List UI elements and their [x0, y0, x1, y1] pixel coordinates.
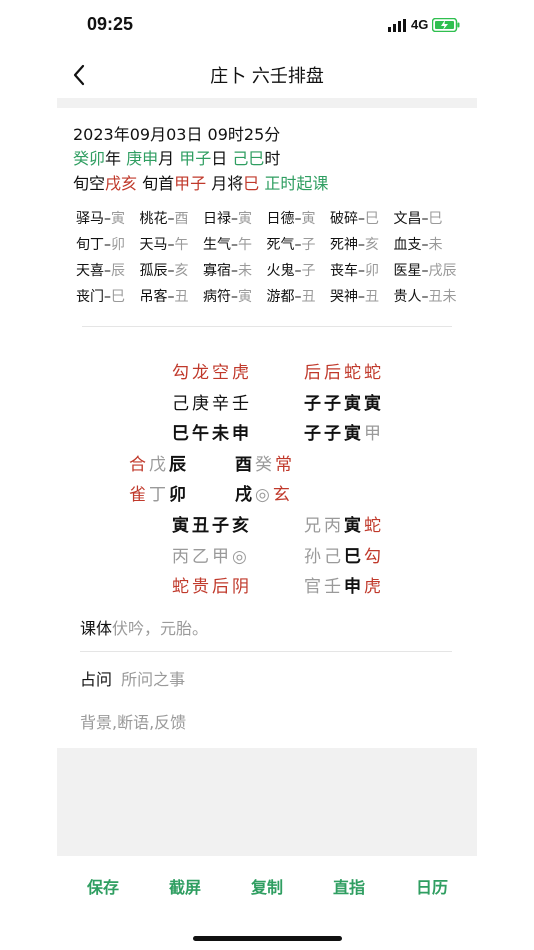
shensha-item: 死气–子 — [266, 237, 316, 253]
shensha-item: 哭神–丑 — [330, 289, 379, 305]
tianpan-right-bottom: 戌◎玄 — [235, 485, 293, 505]
chuan-row: 官壬申虎 — [304, 577, 384, 597]
shensha-item: 天喜–辰 — [76, 263, 125, 279]
battery-charging-icon — [432, 18, 460, 32]
shensha-item: 医星–戌辰 — [393, 263, 457, 279]
sike-jiang: 勾龙空虎 — [172, 363, 252, 383]
month-unit: 月 — [158, 149, 175, 168]
tianpan-right-top: 酉癸常 — [235, 455, 295, 475]
shensha-item: 日德–寅 — [266, 211, 316, 227]
day-ganzhi: 甲子 — [179, 149, 212, 168]
xunkong-value: 戌亥 — [105, 174, 138, 193]
save-button[interactable]: 保存 — [87, 874, 119, 898]
sanchuan-top: 子子寅寅 — [304, 394, 384, 414]
screenshot-button[interactable]: 截屏 — [169, 874, 201, 898]
notes-area-background[interactable] — [57, 748, 477, 856]
calendar-button[interactable]: 日历 — [416, 874, 448, 898]
notes-input[interactable]: 背景,断语,反馈 — [80, 709, 186, 733]
day-unit: 日 — [211, 149, 228, 168]
shensha-item: 吊客–丑 — [139, 289, 189, 305]
zhizhi-button[interactable]: 直指 — [333, 874, 365, 898]
month-ganzhi: 庚申 — [126, 149, 159, 168]
qike-mode: 正时起课 — [264, 174, 329, 193]
zhanwen-input[interactable]: 所问之事 — [121, 670, 185, 689]
shensha-row: 驿马–寅 桃花–酉 日禄–寅 日德–寅 破碎–巳 文昌–巳 — [76, 205, 476, 231]
shensha-item: 天马–午 — [139, 237, 189, 253]
shensha-item: 桃花–酉 — [139, 211, 189, 227]
page-title: 庄卜 六壬排盘 — [210, 66, 324, 87]
shensha-item: 生气–午 — [203, 237, 252, 253]
hour-ganzhi: 己巳 — [232, 149, 265, 168]
top-divider-band — [57, 98, 477, 108]
chuan-row: 兄丙寅蛇 — [304, 516, 384, 536]
shensha-item: 旬丁–卯 — [76, 237, 125, 253]
yuejiang-label: 月将 — [211, 174, 244, 193]
xunshou-value: 甲子 — [174, 174, 207, 193]
shensha-item: 破碎–巳 — [330, 211, 379, 227]
xunshou-label: 旬首 — [142, 174, 175, 193]
ganzhi-line: 癸卯年 庚申月 甲子日 己巳时 — [73, 145, 280, 169]
copy-button[interactable]: 复制 — [251, 874, 283, 898]
shensha-grid: 驿马–寅 桃花–酉 日禄–寅 日德–寅 破碎–巳 文昌–巳 旬丁–卯 天马–午 … — [76, 205, 476, 309]
xunkong-line: 旬空戌亥 旬首甲子 月将巳 正时起课 — [73, 170, 328, 194]
sike-mid: 巳午未申 — [172, 424, 252, 444]
shensha-item: 孤辰–亥 — [139, 263, 189, 279]
hour-unit: 时 — [264, 149, 281, 168]
tianpan-left-top: 合戊辰 — [129, 455, 189, 475]
sanchuan-mid: 子子寅甲 — [304, 424, 384, 444]
dipan-gan: 丙乙甲◎ — [172, 547, 250, 567]
status-time: 09:25 — [87, 14, 134, 34]
zhanwen-row: 占问 所问之事 — [80, 666, 185, 690]
chuan-row: 孙己巳勾 — [304, 547, 384, 567]
shensha-item: 文昌–巳 — [393, 211, 443, 227]
xunkong-label: 旬空 — [73, 174, 106, 193]
shensha-item: 丧车–卯 — [330, 263, 379, 279]
shensha-item: 日禄–寅 — [203, 211, 252, 227]
zhanwen-label: 占问 — [80, 670, 113, 689]
section-divider — [82, 326, 452, 327]
section-divider — [80, 651, 452, 652]
year-unit: 年 — [105, 149, 122, 168]
shensha-row: 旬丁–卯 天马–午 生气–午 死气–子 死神–亥 血支–未 — [76, 231, 476, 257]
shensha-item: 贵人–丑未 — [393, 289, 457, 305]
year-ganzhi: 癸卯 — [73, 149, 106, 168]
shensha-item: 丧门–巳 — [76, 289, 125, 305]
keti-value: 伏吟，元胎。 — [112, 619, 209, 638]
signal-icon — [388, 19, 406, 32]
yuejiang-value: 巳 — [243, 174, 260, 193]
dipan-zhi: 寅丑子亥 — [172, 516, 252, 536]
shensha-row: 丧门–巳 吊客–丑 病符–寅 游都–丑 哭神–丑 贵人–丑未 — [76, 283, 476, 309]
home-indicator — [193, 936, 342, 941]
shensha-row: 天喜–辰 孤辰–亥 寡宿–未 火鬼–子 丧车–卯 医星–戌辰 — [76, 257, 476, 283]
shensha-item: 火鬼–子 — [266, 263, 316, 279]
dipan-jiang: 蛇贵后阴 — [172, 577, 252, 597]
tianpan-left-bottom: 雀丁卯 — [129, 485, 189, 505]
sike-top: 己庚辛壬 — [172, 394, 252, 414]
shensha-item: 驿马–寅 — [76, 211, 125, 227]
keti-line: 课体伏吟，元胎。 — [80, 615, 208, 639]
shensha-item: 血支–未 — [393, 237, 443, 253]
sanchuan-jiang: 后后蛇蛇 — [304, 363, 384, 383]
datetime-label: 2023年09月03日 09时25分 — [73, 125, 281, 144]
shensha-item: 游都–丑 — [266, 289, 316, 305]
shensha-item: 死神–亥 — [330, 237, 379, 253]
keti-label: 课体 — [80, 619, 113, 638]
network-label: 4G — [411, 17, 429, 32]
shensha-item: 病符–寅 — [203, 289, 252, 305]
shensha-item: 寡宿–未 — [203, 263, 252, 279]
